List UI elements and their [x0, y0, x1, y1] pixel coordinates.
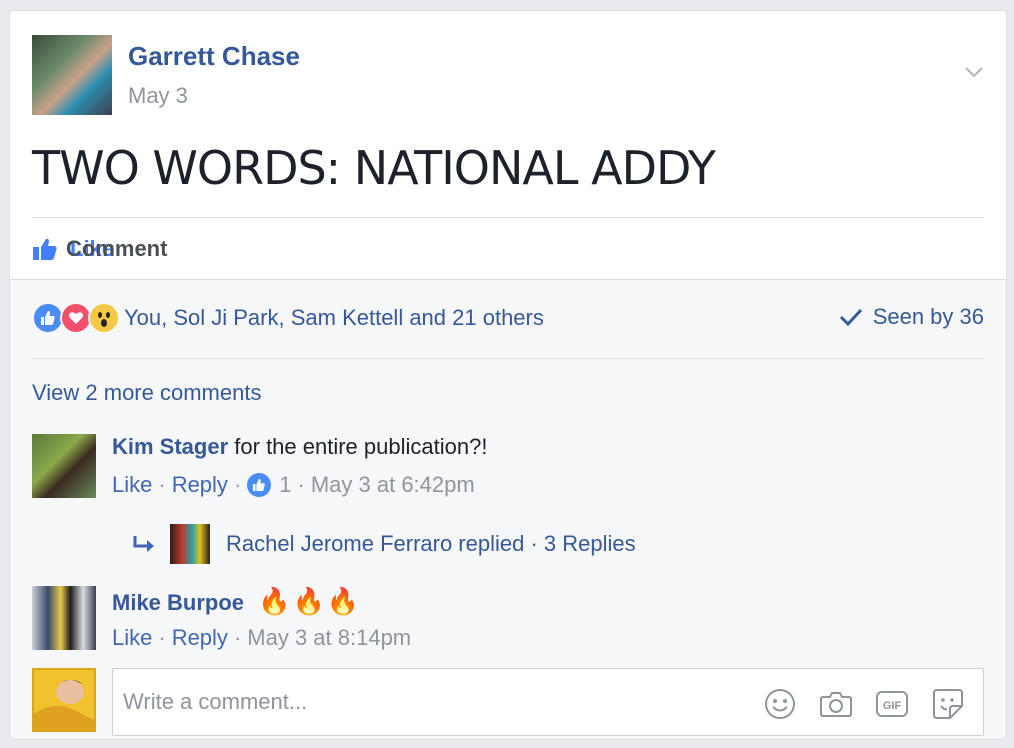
current-user-avatar: [32, 668, 96, 732]
comment-button[interactable]: Comment: [54, 236, 167, 262]
comment-item: Kim Stager for the entire publication?! …: [32, 434, 984, 564]
comment-timestamp[interactable]: May 3 at 6:42pm: [311, 472, 475, 498]
separator: ·: [233, 472, 242, 497]
comment-reply-link[interactable]: Reply: [172, 625, 228, 651]
separator: ·: [233, 625, 242, 650]
reaction-icons[interactable]: [32, 302, 120, 334]
divider: [32, 358, 984, 359]
commenter-name[interactable]: Kim Stager: [112, 434, 228, 459]
smiley-icon[interactable]: [763, 687, 797, 721]
fire-emoji-text: 🔥🔥🔥: [258, 586, 362, 616]
comment-input[interactable]: [113, 669, 733, 735]
view-more-comments-link[interactable]: View 2 more comments: [32, 380, 261, 406]
comment-body: Mike Burpoe 🔥🔥🔥 Like · Reply · May 3 at …: [112, 586, 411, 651]
chevron-down-icon[interactable]: [964, 65, 984, 79]
comment-like-count: 1: [279, 472, 292, 497]
comment-line: Mike Burpoe 🔥🔥🔥: [112, 586, 411, 617]
comment-composer: GIF: [32, 668, 984, 736]
comment-meta: Like · Reply · 1 · May 3 at 6:42pm: [112, 472, 487, 498]
camera-icon[interactable]: [819, 687, 853, 721]
reactors-summary[interactable]: You, Sol Ji Park, Sam Kettell and 21 oth…: [124, 305, 544, 331]
commenter-avatar[interactable]: [32, 586, 96, 650]
gif-icon[interactable]: GIF: [875, 687, 909, 721]
divider: [32, 217, 984, 218]
separator: ·: [158, 472, 166, 497]
comment-like-link[interactable]: Like: [112, 625, 152, 651]
commenter-avatar[interactable]: [32, 434, 96, 498]
post-date[interactable]: May 3: [128, 83, 188, 109]
like-count-icon[interactable]: [247, 473, 272, 497]
svg-text:GIF: GIF: [883, 700, 902, 712]
comment-timestamp[interactable]: May 3 at 8:14pm: [247, 625, 411, 651]
replier-avatar: [170, 524, 210, 564]
sticker-icon[interactable]: [931, 687, 965, 721]
comment-reply-link[interactable]: Reply: [172, 472, 228, 498]
comment-line: Kim Stager for the entire publication?!: [112, 434, 487, 460]
post-card: Garrett Chase May 3 TWO WORDS: NATIONAL …: [9, 10, 1007, 740]
reactions-row: You, Sol Ji Park, Sam Kettell and 21 oth…: [32, 298, 984, 338]
wow-icon: [88, 302, 120, 334]
seen-label: Seen by 36: [872, 304, 984, 329]
commenter-name[interactable]: Mike Burpoe: [112, 590, 244, 615]
replies-link[interactable]: Rachel Jerome Ferraro replied · 3 Replie…: [226, 531, 636, 557]
comment-item: Mike Burpoe 🔥🔥🔥 Like · Reply · May 3 at …: [32, 586, 984, 656]
comments-area: You, Sol Ji Park, Sam Kettell and 21 oth…: [10, 279, 1006, 739]
post-header: Garrett Chase May 3: [32, 35, 1006, 115]
author-avatar[interactable]: [32, 35, 112, 115]
comment-input-box: GIF: [112, 668, 984, 736]
composer-tools: GIF: [741, 687, 965, 721]
author-name[interactable]: Garrett Chase: [128, 41, 300, 72]
post-text: TWO WORDS: NATIONAL ADDY: [32, 141, 716, 195]
comment-label: Comment: [66, 236, 168, 261]
checkmark-icon: [839, 308, 862, 327]
comment-like-link[interactable]: Like: [112, 472, 152, 498]
replies-row[interactable]: Rachel Jerome Ferraro replied · 3 Replie…: [132, 524, 636, 564]
comment-body: Kim Stager for the entire publication?! …: [112, 434, 487, 498]
reply-arrow-icon: [133, 536, 154, 552]
comment-meta: Like · Reply · May 3 at 8:14pm: [112, 625, 411, 651]
action-bar: Like Comment: [32, 229, 182, 269]
seen-by[interactable]: Seen by 36: [839, 304, 984, 330]
comment-text: for the entire publication?!: [234, 434, 488, 459]
separator: ·: [297, 472, 305, 497]
separator: ·: [158, 625, 166, 650]
